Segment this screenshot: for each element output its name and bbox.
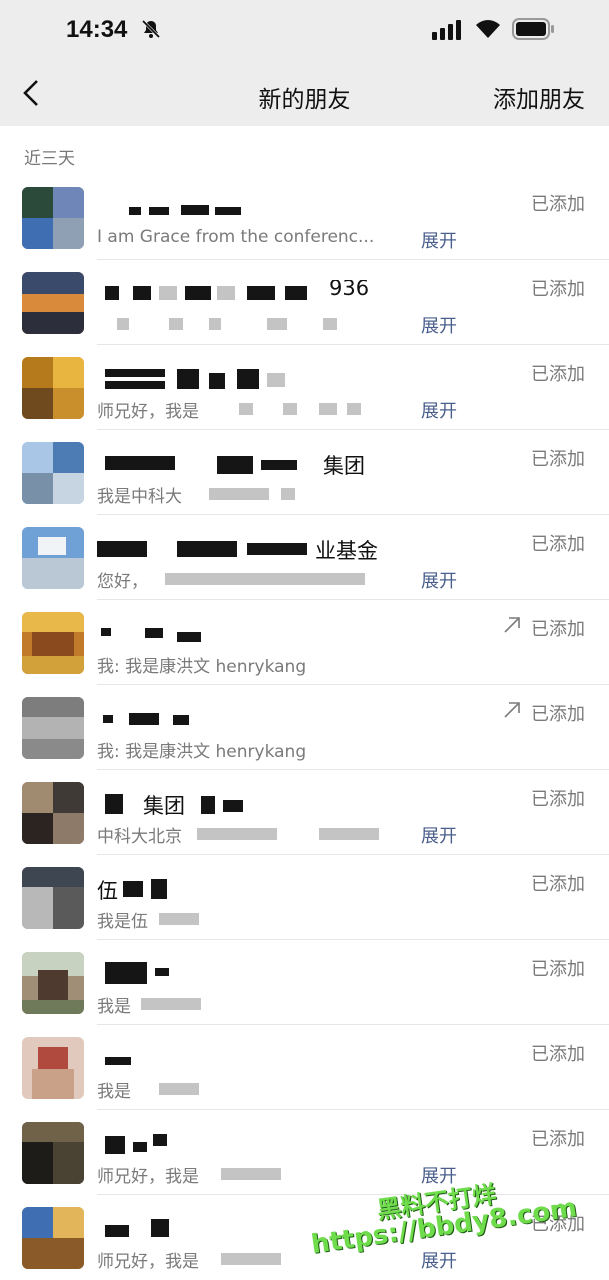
request-message <box>97 312 397 336</box>
status-added: 已添加 <box>531 534 585 555</box>
list-item[interactable]: 师兄好，我是 展开 已添加 <box>0 345 609 430</box>
contact-name: 集团 <box>97 790 427 816</box>
contact-name: 业基金 <box>97 535 427 561</box>
list-item[interactable]: 我: 我是康洪文 henrykang 已添加 <box>0 600 609 685</box>
bell-muted-icon <box>141 19 161 39</box>
request-message: 师兄好，我是 <box>97 1162 397 1186</box>
wifi-icon <box>476 20 500 38</box>
add-friend-button[interactable]: 添加朋友 <box>493 80 585 114</box>
avatar <box>22 272 84 334</box>
status-added: 已添加 <box>531 959 585 980</box>
avatar <box>22 867 84 929</box>
request-message: 我: 我是康洪文 henrykang <box>97 742 307 761</box>
status-bar: 14:34 <box>0 0 609 60</box>
list-item[interactable]: 我: 我是康洪文 henrykang 已添加 <box>0 685 609 770</box>
status-added: 已添加 <box>531 194 585 215</box>
list-item[interactable]: 业基金 您好， 展开 已添加 <box>0 515 609 600</box>
status-added: 已添加 <box>531 619 585 640</box>
list-item[interactable]: I am Grace from the conferenc... 展开 已添加 <box>0 175 609 260</box>
list-item[interactable]: 我是 已添加 <box>0 1025 609 1110</box>
forwarded-arrow-icon <box>504 617 520 633</box>
cellular-signal-icon <box>432 20 461 40</box>
contact-name <box>97 705 427 731</box>
section-label-recent: 近三天 <box>24 149 75 169</box>
status-added: 已添加 <box>531 704 585 725</box>
avatar <box>22 357 84 419</box>
avatar <box>22 1207 84 1269</box>
status-added: 已添加 <box>531 279 585 300</box>
expand-link[interactable]: 展开 <box>421 397 457 423</box>
avatar <box>22 1122 84 1184</box>
list-item[interactable]: 我是 已添加 <box>0 940 609 1025</box>
contact-name <box>97 960 427 986</box>
avatar <box>22 697 84 759</box>
contact-name <box>97 365 427 391</box>
request-message: 我是中科大 <box>97 482 397 506</box>
avatar <box>22 612 84 674</box>
expand-link[interactable]: 展开 <box>421 822 457 848</box>
expand-link[interactable]: 展开 <box>421 567 457 593</box>
avatar <box>22 952 84 1014</box>
expand-link[interactable]: 展开 <box>421 312 457 338</box>
request-message: I am Grace from the conferenc... <box>97 227 375 247</box>
avatar <box>22 442 84 504</box>
contact-name <box>97 1045 427 1071</box>
request-message: 师兄好，我是 <box>97 397 397 421</box>
request-message: 我是 <box>97 992 397 1016</box>
contact-name: 936 <box>97 280 427 306</box>
status-added: 已添加 <box>531 364 585 385</box>
battery-icon <box>512 18 554 40</box>
status-added: 已添加 <box>531 1129 585 1150</box>
list-item[interactable]: 936 展开 已添加 <box>0 260 609 345</box>
list-item[interactable]: 伍 我是伍 已添加 <box>0 855 609 940</box>
contact-name <box>97 1130 427 1156</box>
avatar <box>22 187 84 249</box>
status-added: 已添加 <box>531 789 585 810</box>
status-time: 14:34 <box>66 16 128 43</box>
contact-name: 集团 <box>97 450 427 476</box>
contact-name: 伍 <box>97 875 427 901</box>
status-added: 已添加 <box>531 449 585 470</box>
avatar <box>22 1037 84 1099</box>
list-item[interactable]: 集团 中科大北京 展开 已添加 <box>0 770 609 855</box>
avatar <box>22 527 84 589</box>
request-message: 您好， <box>97 567 397 591</box>
forwarded-arrow-icon <box>504 702 520 718</box>
contact-name <box>97 620 427 646</box>
request-message: 我是 <box>97 1077 397 1101</box>
navigation-bar: 新的朋友 添加朋友 <box>0 60 609 126</box>
request-message: 我: 我是康洪文 henrykang <box>97 657 307 676</box>
expand-link[interactable]: 展开 <box>421 227 457 253</box>
request-message: 中科大北京 <box>97 822 397 846</box>
avatar <box>22 782 84 844</box>
request-message: 我是伍 <box>97 907 397 931</box>
contact-name <box>97 195 427 221</box>
status-added: 已添加 <box>531 874 585 895</box>
status-added: 已添加 <box>531 1044 585 1065</box>
friend-request-list: I am Grace from the conferenc... 展开 已添加 … <box>0 175 609 1280</box>
list-item[interactable]: 集团 我是中科大 已添加 <box>0 430 609 515</box>
